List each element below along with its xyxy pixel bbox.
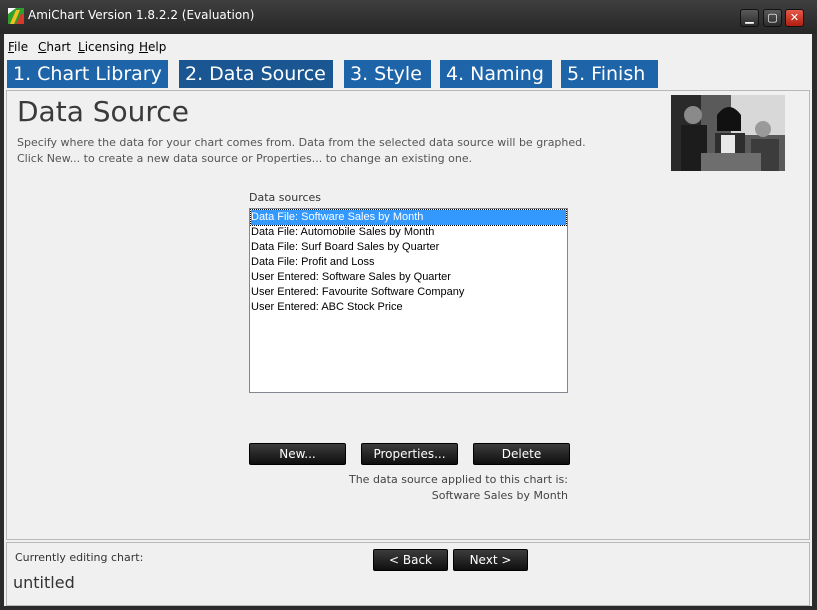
menu-help-accel: H bbox=[139, 40, 149, 54]
list-item[interactable]: User Entered: ABC Stock Price bbox=[251, 300, 566, 315]
data-sources-list[interactable]: Data File: Software Sales by Month Data … bbox=[249, 208, 568, 393]
list-item[interactable]: Data File: Surf Board Sales by Quarter bbox=[251, 240, 566, 255]
footer-panel: Currently editing chart: untitled < Back… bbox=[6, 542, 810, 606]
tab-finish[interactable]: 5. Finish bbox=[561, 60, 658, 88]
menu-licensing[interactable]: Licensing bbox=[78, 40, 134, 54]
window-title: AmiChart Version 1.8.2.2 (Evaluation) bbox=[28, 8, 255, 22]
menu-chart-rest: hart bbox=[46, 40, 71, 54]
description-line-2: Click New... to create a new data source… bbox=[17, 152, 473, 165]
description-line-1: Specify where the data for your chart co… bbox=[17, 136, 586, 149]
data-sources-label: Data sources bbox=[249, 191, 322, 204]
app-client-area: File Chart Licensing Help 1. Chart Libra… bbox=[4, 34, 812, 606]
page-title: Data Source bbox=[17, 95, 189, 128]
menu-chart[interactable]: Chart bbox=[38, 40, 71, 54]
close-button[interactable]: ✕ bbox=[785, 9, 804, 27]
list-item[interactable]: Data File: Automobile Sales by Month bbox=[251, 225, 566, 240]
list-item[interactable]: Data File: Software Sales by Month bbox=[250, 209, 567, 226]
close-icon: ✕ bbox=[789, 11, 800, 24]
menu-licensing-accel: L bbox=[78, 40, 85, 54]
new-button[interactable]: New... bbox=[249, 443, 346, 465]
next-button[interactable]: Next > bbox=[453, 549, 528, 571]
editing-chart-label: Currently editing chart: bbox=[15, 551, 144, 564]
data-source-panel: Data Source Specify where the data for y… bbox=[6, 90, 810, 540]
menu-help-rest: elp bbox=[148, 40, 167, 54]
maximize-icon: ▢ bbox=[767, 11, 778, 24]
tab-naming[interactable]: 4. Naming bbox=[440, 60, 552, 88]
list-item[interactable]: User Entered: Software Sales by Quarter bbox=[251, 270, 566, 285]
list-item[interactable]: Data File: Profit and Loss bbox=[251, 255, 566, 270]
amichart-app-icon bbox=[8, 8, 24, 24]
minimize-icon: ▁ bbox=[745, 11, 754, 24]
list-item[interactable]: User Entered: Favourite Software Company bbox=[251, 285, 566, 300]
back-button[interactable]: < Back bbox=[373, 549, 448, 571]
menu-help[interactable]: Help bbox=[139, 40, 166, 54]
tab-chart-library[interactable]: 1. Chart Library bbox=[7, 60, 168, 88]
properties-button[interactable]: Properties... bbox=[361, 443, 458, 465]
menu-file-rest: ile bbox=[14, 40, 29, 54]
maximize-button[interactable]: ▢ bbox=[763, 9, 782, 27]
business-people-photo bbox=[671, 95, 785, 171]
editing-chart-name: untitled bbox=[13, 573, 75, 592]
menu-licensing-rest: icensing bbox=[84, 40, 135, 54]
page-description: Specify where the data for your chart co… bbox=[17, 135, 586, 167]
delete-button[interactable]: Delete bbox=[473, 443, 570, 465]
menu-file[interactable]: File bbox=[8, 40, 28, 54]
applied-source-label: The data source applied to this chart is… bbox=[348, 473, 568, 486]
applied-source-value: Software Sales by Month bbox=[431, 489, 568, 502]
tab-style[interactable]: 3. Style bbox=[344, 60, 431, 88]
title-bar: AmiChart Version 1.8.2.2 (Evaluation) ▁ … bbox=[0, 0, 817, 34]
tab-data-source[interactable]: 2. Data Source bbox=[179, 60, 333, 88]
minimize-button[interactable]: ▁ bbox=[740, 9, 759, 27]
